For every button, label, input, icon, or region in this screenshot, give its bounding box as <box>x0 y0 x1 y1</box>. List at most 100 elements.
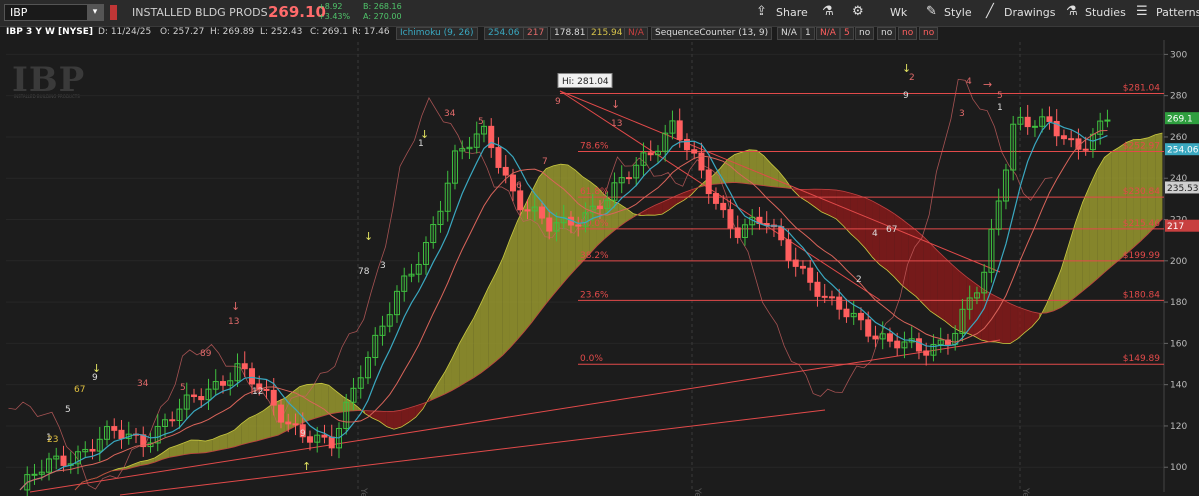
ichimoku-cloud-segment <box>749 149 757 185</box>
last-price-badge: 269.1 <box>1167 115 1193 125</box>
sequence-count-label: 9 <box>300 429 306 439</box>
candle-body <box>705 169 712 195</box>
sequence-count-label: 1 <box>997 103 1003 113</box>
candle-body <box>836 296 843 310</box>
candle-body <box>720 202 727 211</box>
candle-body <box>857 312 864 321</box>
ichimoku-cloud-segment <box>988 292 996 342</box>
candle-body <box>277 404 284 423</box>
y-tick-label: 180 <box>1170 298 1187 308</box>
price-chart[interactable]: YearYearYear1001201401601802002202402602… <box>0 0 1199 496</box>
candle-body <box>538 206 545 219</box>
ichimoku-cloud-segment <box>219 433 228 450</box>
candle-body <box>306 436 313 443</box>
ichimoku-cloud-segment <box>850 193 858 241</box>
signal-arrow-icon: → <box>983 78 992 91</box>
candle-body <box>915 338 922 352</box>
candle-body <box>1024 116 1031 128</box>
fib-price-label: $199.99 <box>1123 251 1160 261</box>
candle-body <box>1046 116 1053 122</box>
ichimoku-cloud-segment <box>538 168 547 313</box>
ichimoku-cloud-segment <box>959 271 967 333</box>
signal-arrow-icon: ↓ <box>611 98 620 111</box>
span-badge: 235.53 <box>1167 184 1199 194</box>
x-tick-label: Year <box>358 487 368 496</box>
ichimoku-cloud-segment <box>857 195 866 249</box>
ichimoku-cloud-segment <box>865 197 873 258</box>
candle-body <box>1068 138 1075 141</box>
candle-body <box>676 120 683 140</box>
ichimoku-cloud-segment <box>314 383 322 419</box>
ichimoku-cloud-segment <box>509 221 518 348</box>
candle-body <box>647 152 654 156</box>
ichimoku-cloud-segment <box>1017 306 1025 339</box>
sequence-count-label: 3 <box>959 109 965 119</box>
ichimoku-cloud-segment <box>328 385 336 415</box>
candle-body <box>524 209 531 212</box>
ichimoku-cloud-segment <box>1082 185 1090 292</box>
ichimoku-cloud-segment <box>473 303 481 378</box>
candle-body <box>734 227 741 238</box>
ichimoku-cloud-segment <box>241 417 249 445</box>
candle-body <box>575 224 582 227</box>
signal-arrow-icon: ↓ <box>902 62 911 75</box>
fib-percent-label: 50.0% <box>580 219 609 229</box>
candle-body <box>778 226 785 241</box>
candle-body <box>111 426 118 431</box>
ichimoku-cloud-segment <box>212 435 220 452</box>
candle-body <box>321 434 328 438</box>
sequence-count-label: 5 <box>997 91 1003 101</box>
sequence-count-label: 9 <box>903 91 909 101</box>
candle-body <box>691 149 698 154</box>
ichimoku-cloud-segment <box>604 194 612 240</box>
ichimoku-cloud-segment <box>1053 269 1061 311</box>
y-tick-label: 120 <box>1170 422 1187 432</box>
candle-body <box>169 419 176 422</box>
sequence-count-label: 67 <box>886 225 897 235</box>
candle-body <box>712 193 719 204</box>
ichimoku-cloud-segment <box>321 383 329 417</box>
fib-price-label: $180.84 <box>1123 290 1160 300</box>
ichimoku-cloud-segment <box>524 191 532 332</box>
ichimoku-cloud-segment <box>459 330 467 387</box>
sequence-count-label: 4 <box>872 229 878 239</box>
ichimoku-cloud-segment <box>886 209 895 277</box>
ichimoku-cloud-segment <box>256 410 264 442</box>
sequence-count-label: 3 <box>380 261 386 271</box>
ichimoku-cloud-segment <box>517 206 525 340</box>
sequence-count-label: 5 <box>478 117 484 127</box>
ichimoku-cloud-segment <box>488 273 496 368</box>
signal-arrow-icon: ↓ <box>231 300 240 313</box>
candle-body <box>270 389 277 406</box>
ichimoku-cloud-segment <box>814 189 822 213</box>
ichimoku-cloud-segment <box>190 440 199 454</box>
ichimoku-cloud-segment <box>734 152 742 184</box>
candle-body <box>517 190 524 211</box>
sequence-count-label: 23 <box>47 435 58 445</box>
tenkan-badge: 254.06 <box>1167 146 1199 156</box>
sequence-count-label: 6 <box>516 181 522 191</box>
ichimoku-cloud-segment <box>937 250 945 322</box>
fib-percent-label: 78.6% <box>580 141 609 151</box>
ichimoku-cloud-segment <box>444 358 452 395</box>
ichimoku-cloud-segment <box>981 287 989 342</box>
candle-body <box>502 166 509 176</box>
candle-body <box>821 295 828 298</box>
ichimoku-cloud-segment <box>901 218 909 291</box>
ichimoku-cloud-segment <box>1075 202 1083 297</box>
sequence-count-label: 2 <box>856 275 862 285</box>
candle-body <box>285 421 292 425</box>
candle-body <box>807 267 814 283</box>
candle-body <box>546 217 553 232</box>
sequence-count-label: 67 <box>74 385 85 395</box>
ichimoku-cloud-segment <box>763 155 771 187</box>
fib-price-label: $215.46 <box>1123 219 1160 229</box>
trendline <box>559 90 1001 273</box>
sequence-count-label: 7 <box>542 157 548 167</box>
ichimoku-cloud-segment <box>778 170 786 188</box>
candle-body <box>219 381 226 386</box>
signal-arrow-icon: ↓ <box>364 230 373 243</box>
candle-body <box>828 296 835 299</box>
candle-body <box>727 209 734 229</box>
sequence-count-label: 78 <box>358 267 370 277</box>
